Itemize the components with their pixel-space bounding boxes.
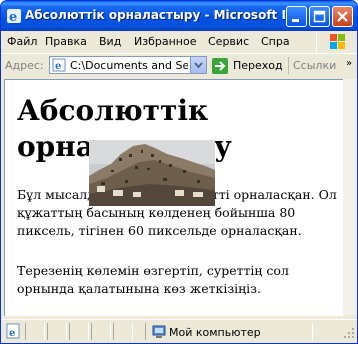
menu-file[interactable]: Файл — [7, 35, 37, 48]
menu-view[interactable]: Вид — [99, 35, 121, 48]
paragraph-2: Терезенің көлемін өзгертіп, суреттің сол… — [17, 263, 289, 296]
links-label[interactable]: Ссылки — [293, 59, 336, 72]
address-label: Адрес: — [5, 59, 44, 72]
status-divider-2 — [47, 323, 67, 340]
go-button[interactable] — [211, 57, 230, 78]
menu-tools[interactable]: Сервис — [208, 35, 249, 48]
rock-village-photo — [89, 140, 215, 206]
menu-favorites[interactable]: Избранное — [134, 35, 196, 48]
minimize-icon — [292, 19, 299, 22]
go-label[interactable]: Переход — [233, 59, 283, 72]
chevron-down-icon — [194, 62, 203, 69]
svg-text:e: e — [9, 10, 17, 24]
page-content: Абсолюттік орналастыру Бұл мысалдағы сур… — [4, 79, 343, 316]
minimize-button[interactable] — [286, 6, 307, 27]
status-divider-3 — [69, 323, 89, 340]
go-arrow-icon — [212, 58, 228, 74]
status-divider-5 — [113, 323, 133, 340]
computer-icon — [151, 324, 167, 343]
windows-logo — [316, 31, 357, 53]
menu-edit[interactable]: Правка — [45, 35, 87, 48]
window-title: Абсолюттік орналастыру - Microsoft I... — [25, 8, 285, 22]
resize-grip[interactable] — [343, 327, 355, 342]
close-button[interactable] — [332, 6, 353, 27]
status-divider-1 — [25, 323, 45, 340]
status-divider-4 — [91, 323, 111, 340]
title-bar[interactable]: e Абсолюттік орналастыру - Microsoft I..… — [1, 1, 357, 31]
status-bar: e Мой компьютер — [1, 319, 357, 343]
maximize-button[interactable] — [309, 6, 330, 27]
address-dropdown-button[interactable] — [190, 57, 206, 73]
svg-text:e: e — [55, 61, 61, 72]
menu-help[interactable]: Спра — [261, 35, 290, 48]
links-separator — [288, 57, 289, 74]
address-value: C:\Documents and Setti — [70, 59, 188, 72]
ie-icon: e — [6, 8, 22, 25]
windows-flag-icon — [330, 34, 345, 49]
status-zone-text: Мой компьютер — [169, 326, 261, 339]
vertical-scrollbar[interactable] — [343, 79, 357, 315]
address-input[interactable]: e C:\Documents and Setti — [49, 56, 207, 74]
maximize-icon — [313, 10, 326, 23]
browser-window: e Абсолюттік орналастыру - Microsoft I..… — [0, 0, 358, 344]
menu-bar: Файл Правка Вид Избранное Сервис Спра — [1, 31, 357, 54]
links-chevron[interactable]: » — [346, 58, 352, 69]
page-icon: e — [52, 58, 67, 75]
close-icon — [337, 11, 348, 22]
svg-text:e: e — [9, 328, 15, 339]
address-bar: Адрес: e C:\Documents and Setti Переход … — [1, 53, 357, 78]
